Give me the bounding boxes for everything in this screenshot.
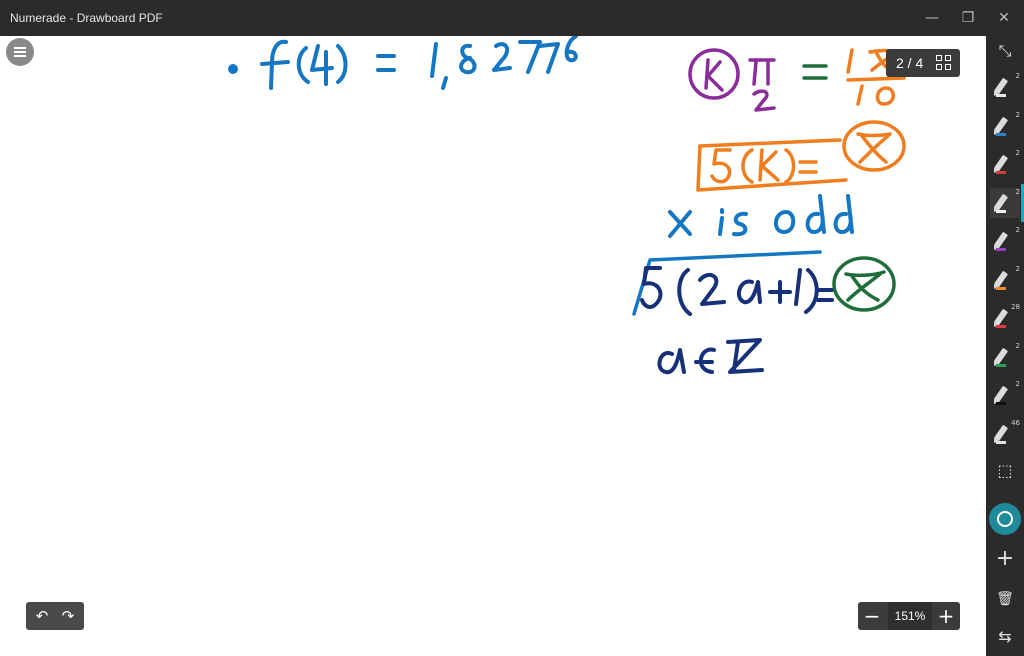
color-swatch bbox=[996, 94, 1006, 97]
tool-pen-white-2[interactable]: 2 bbox=[990, 187, 1020, 218]
color-swatch bbox=[996, 286, 1006, 290]
stroke-size-label: 28 bbox=[1011, 303, 1020, 311]
add-tool-button[interactable]: + bbox=[990, 544, 1020, 574]
redo-button[interactable]: ↷ bbox=[58, 606, 78, 626]
color-swatch bbox=[996, 248, 1006, 251]
stroke-size-label: 46 bbox=[1011, 418, 1020, 427]
menu-line-icon bbox=[14, 47, 26, 49]
stroke-size-label: 2 bbox=[1015, 264, 1020, 273]
tool-pen-red-2[interactable]: 28 bbox=[990, 303, 1020, 333]
window-title: Numerade - Drawboard PDF bbox=[10, 11, 163, 25]
tool-pen-green[interactable]: 2 bbox=[990, 342, 1020, 372]
page-indicator[interactable]: 2 / 4 bbox=[886, 49, 960, 77]
menu-button[interactable] bbox=[6, 38, 34, 66]
stroke-size-label: 2 bbox=[1015, 110, 1020, 119]
pen-icon bbox=[993, 193, 1009, 210]
tool-pen-white[interactable]: 2 bbox=[990, 72, 1020, 102]
ink-f-of-4 bbox=[228, 36, 578, 90]
tool-pen-blue[interactable]: 2 bbox=[990, 111, 1020, 141]
ink-x-is-odd bbox=[668, 194, 854, 238]
pen-icon bbox=[993, 231, 1009, 249]
tool-pen-purple[interactable]: 2 bbox=[990, 226, 1020, 256]
restore-button[interactable]: ❐ bbox=[954, 6, 982, 30]
menu-line-icon bbox=[14, 51, 26, 53]
zoom-in-button[interactable]: + bbox=[934, 604, 958, 628]
swap-sides-icon[interactable]: ⇆ bbox=[990, 622, 1020, 652]
pen-icon bbox=[993, 270, 1009, 287]
ink-circled-k bbox=[688, 48, 776, 112]
ink-equals-green bbox=[802, 64, 828, 80]
stroke-size-label: 2 bbox=[1015, 226, 1020, 234]
zoom-level[interactable]: 151% bbox=[888, 602, 932, 630]
tool-pen-red[interactable]: 2 bbox=[990, 149, 1020, 179]
color-swatch bbox=[996, 440, 1006, 444]
lasso-tool-icon[interactable]: ⬚ bbox=[990, 456, 1020, 486]
tool-pen-black[interactable]: 2 bbox=[990, 380, 1020, 410]
ink-circled-x-green bbox=[832, 256, 896, 312]
select-tool-icon[interactable]: ⤡ bbox=[990, 36, 1020, 66]
color-swatch bbox=[996, 363, 1006, 367]
title-bar: Numerade - Drawboard PDF — ❐ ✕ bbox=[0, 0, 1024, 36]
pen-icon bbox=[993, 347, 1009, 364]
pen-icon bbox=[993, 308, 1009, 326]
eraser-icon bbox=[993, 424, 1009, 441]
color-swatch bbox=[996, 171, 1006, 174]
color-swatch bbox=[996, 132, 1006, 136]
settings-hex-icon[interactable] bbox=[989, 503, 1021, 535]
stroke-size-label: 2 bbox=[1015, 72, 1020, 80]
zoom-control: − 151% + bbox=[858, 602, 960, 630]
pen-icon bbox=[993, 385, 1009, 403]
menu-line-icon bbox=[14, 55, 26, 57]
ink-5-2a-plus-1 bbox=[640, 266, 834, 316]
color-swatch bbox=[996, 325, 1006, 328]
stroke-size-label: 2 bbox=[1015, 341, 1020, 350]
tool-eraser[interactable]: 46 bbox=[990, 419, 1020, 449]
stroke-size-label: 2 bbox=[1015, 380, 1020, 388]
undo-button[interactable]: ↶ bbox=[32, 606, 52, 626]
close-button[interactable]: ✕ bbox=[990, 6, 1018, 30]
ink-layer bbox=[228, 36, 906, 375]
drawing-canvas[interactable] bbox=[0, 36, 986, 656]
pen-icon bbox=[993, 154, 1009, 172]
history-controls: ↶ ↷ bbox=[26, 602, 84, 630]
tool-pen-orange[interactable]: 2 bbox=[990, 265, 1020, 295]
color-swatch bbox=[996, 209, 1006, 213]
pen-icon bbox=[993, 116, 1009, 133]
grid-view-icon[interactable] bbox=[936, 55, 952, 71]
stroke-size-label: 2 bbox=[1015, 187, 1020, 196]
color-swatch bbox=[996, 402, 1006, 405]
pen-icon bbox=[993, 77, 1009, 95]
ink-alpha-in-Z bbox=[657, 338, 764, 375]
ink-box-blue bbox=[632, 250, 822, 316]
tool-sidebar: ⤡ 2 2 2 2 2 2 28 2 2 46 ⬚ + 🗑 ⇆ bbox=[986, 36, 1024, 656]
minimize-button[interactable]: — bbox=[918, 6, 946, 30]
delete-icon[interactable]: 🗑 bbox=[990, 584, 1020, 614]
stroke-size-label: 2 bbox=[1015, 149, 1020, 157]
ink-5k-equals-x bbox=[696, 120, 906, 192]
zoom-out-button[interactable]: − bbox=[860, 604, 884, 628]
page-number: 2 / 4 bbox=[896, 55, 924, 71]
